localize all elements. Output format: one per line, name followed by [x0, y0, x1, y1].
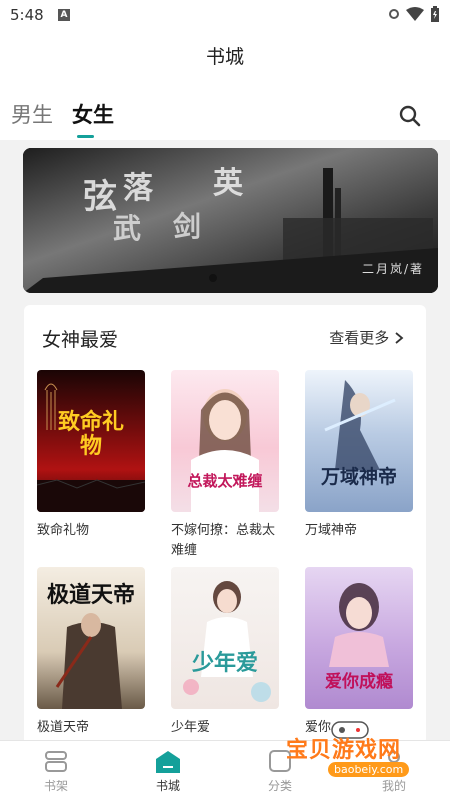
settings-small-icon — [389, 9, 399, 19]
book-cover[interactable]: 少年爱 — [171, 567, 279, 709]
book-title: 不嫁何撩：总裁太难缠 — [171, 523, 276, 558]
tab-male[interactable]: 男生 — [11, 99, 53, 129]
see-more-link[interactable]: 查看更多 — [329, 327, 404, 348]
book-cover-title: 少年爱 — [191, 650, 258, 676]
watermark-url: baobeiy.com — [328, 762, 410, 777]
book-card[interactable]: 总裁太难缠 不嫁何撩：总裁太难缠 — [171, 370, 281, 561]
status-time: 5:48 — [10, 6, 44, 24]
carousel-dot-icon[interactable] — [209, 274, 217, 282]
wifi-icon — [406, 7, 424, 21]
page-title: 书城 — [0, 30, 450, 85]
book-cover[interactable]: 爱你成瘾 — [305, 567, 413, 709]
nav-label: 书城 — [155, 779, 180, 793]
chevron-right-icon — [395, 332, 404, 344]
book-title: 极道天帝 — [37, 720, 90, 735]
book-title: 致命礼物 — [37, 523, 90, 538]
svg-text:落: 落 — [123, 171, 154, 206]
battery-icon — [431, 6, 439, 22]
see-more-label: 查看更多 — [329, 329, 390, 347]
bookstore-icon — [156, 751, 180, 773]
book-cover-title: 总裁太难缠 — [187, 472, 263, 490]
svg-text:弦: 弦 — [83, 177, 117, 217]
book-cover-title: 致命礼物 — [57, 409, 124, 459]
section-title: 女神最爱 — [42, 329, 119, 351]
book-card[interactable]: 爱你成瘾 爱你 — [305, 567, 415, 738]
promo-banner[interactable]: 弦 落 英 武 剑 二月岚/著 — [23, 148, 438, 293]
svg-text:剑: 剑 — [173, 210, 201, 243]
book-card[interactable]: 致命礼物 致命礼物 — [37, 370, 147, 541]
status-icons — [388, 6, 440, 22]
book-cover[interactable]: 致命礼物 — [37, 370, 145, 512]
gender-tabs: 男生 女生 — [0, 85, 450, 140]
bookshelf-icon — [45, 751, 67, 772]
nav-bookshelf[interactable]: 书架 — [26, 747, 86, 794]
featured-section: 女神最爱 查看更多 致命礼物 致命礼物 总裁太难缠 不嫁何撩：总裁太难缠 万域神… — [24, 305, 426, 745]
banner-author: 二月岚/著 — [361, 262, 424, 276]
book-card[interactable]: 极道天帝 极道天帝 — [37, 567, 147, 738]
watermark: 宝贝游戏网 baobeiy.com — [276, 721, 446, 784]
book-cover-title: 万域神帝 — [320, 466, 397, 488]
svg-text:英: 英 — [213, 166, 244, 201]
book-title: 少年爱 — [171, 720, 211, 735]
watermark-text: 宝贝游戏网 — [286, 738, 402, 763]
tab-active-indicator — [77, 135, 94, 138]
book-card[interactable]: 万域神帝 万域神帝 — [305, 370, 415, 541]
svg-text:武: 武 — [113, 212, 141, 245]
book-title: 万域神帝 — [305, 523, 358, 538]
notification-a-icon: A — [58, 9, 70, 21]
book-cover-title: 爱你成瘾 — [325, 672, 393, 692]
nav-bookstore[interactable]: 书城 — [138, 747, 198, 794]
status-bar: 5:48 A — [0, 0, 450, 30]
cover-figure — [324, 380, 396, 470]
book-cover[interactable]: 极道天帝 — [37, 567, 145, 709]
book-card[interactable]: 少年爱 少年爱 — [171, 567, 281, 738]
book-cover-title: 极道天帝 — [46, 582, 135, 608]
book-cover[interactable]: 万域神帝 — [305, 370, 413, 512]
cover-figure — [183, 581, 271, 702]
tab-female[interactable]: 女生 — [72, 99, 114, 129]
book-cover[interactable]: 总裁太难缠 — [171, 370, 279, 512]
search-icon[interactable] — [398, 104, 422, 128]
nav-label: 书架 — [43, 779, 68, 793]
